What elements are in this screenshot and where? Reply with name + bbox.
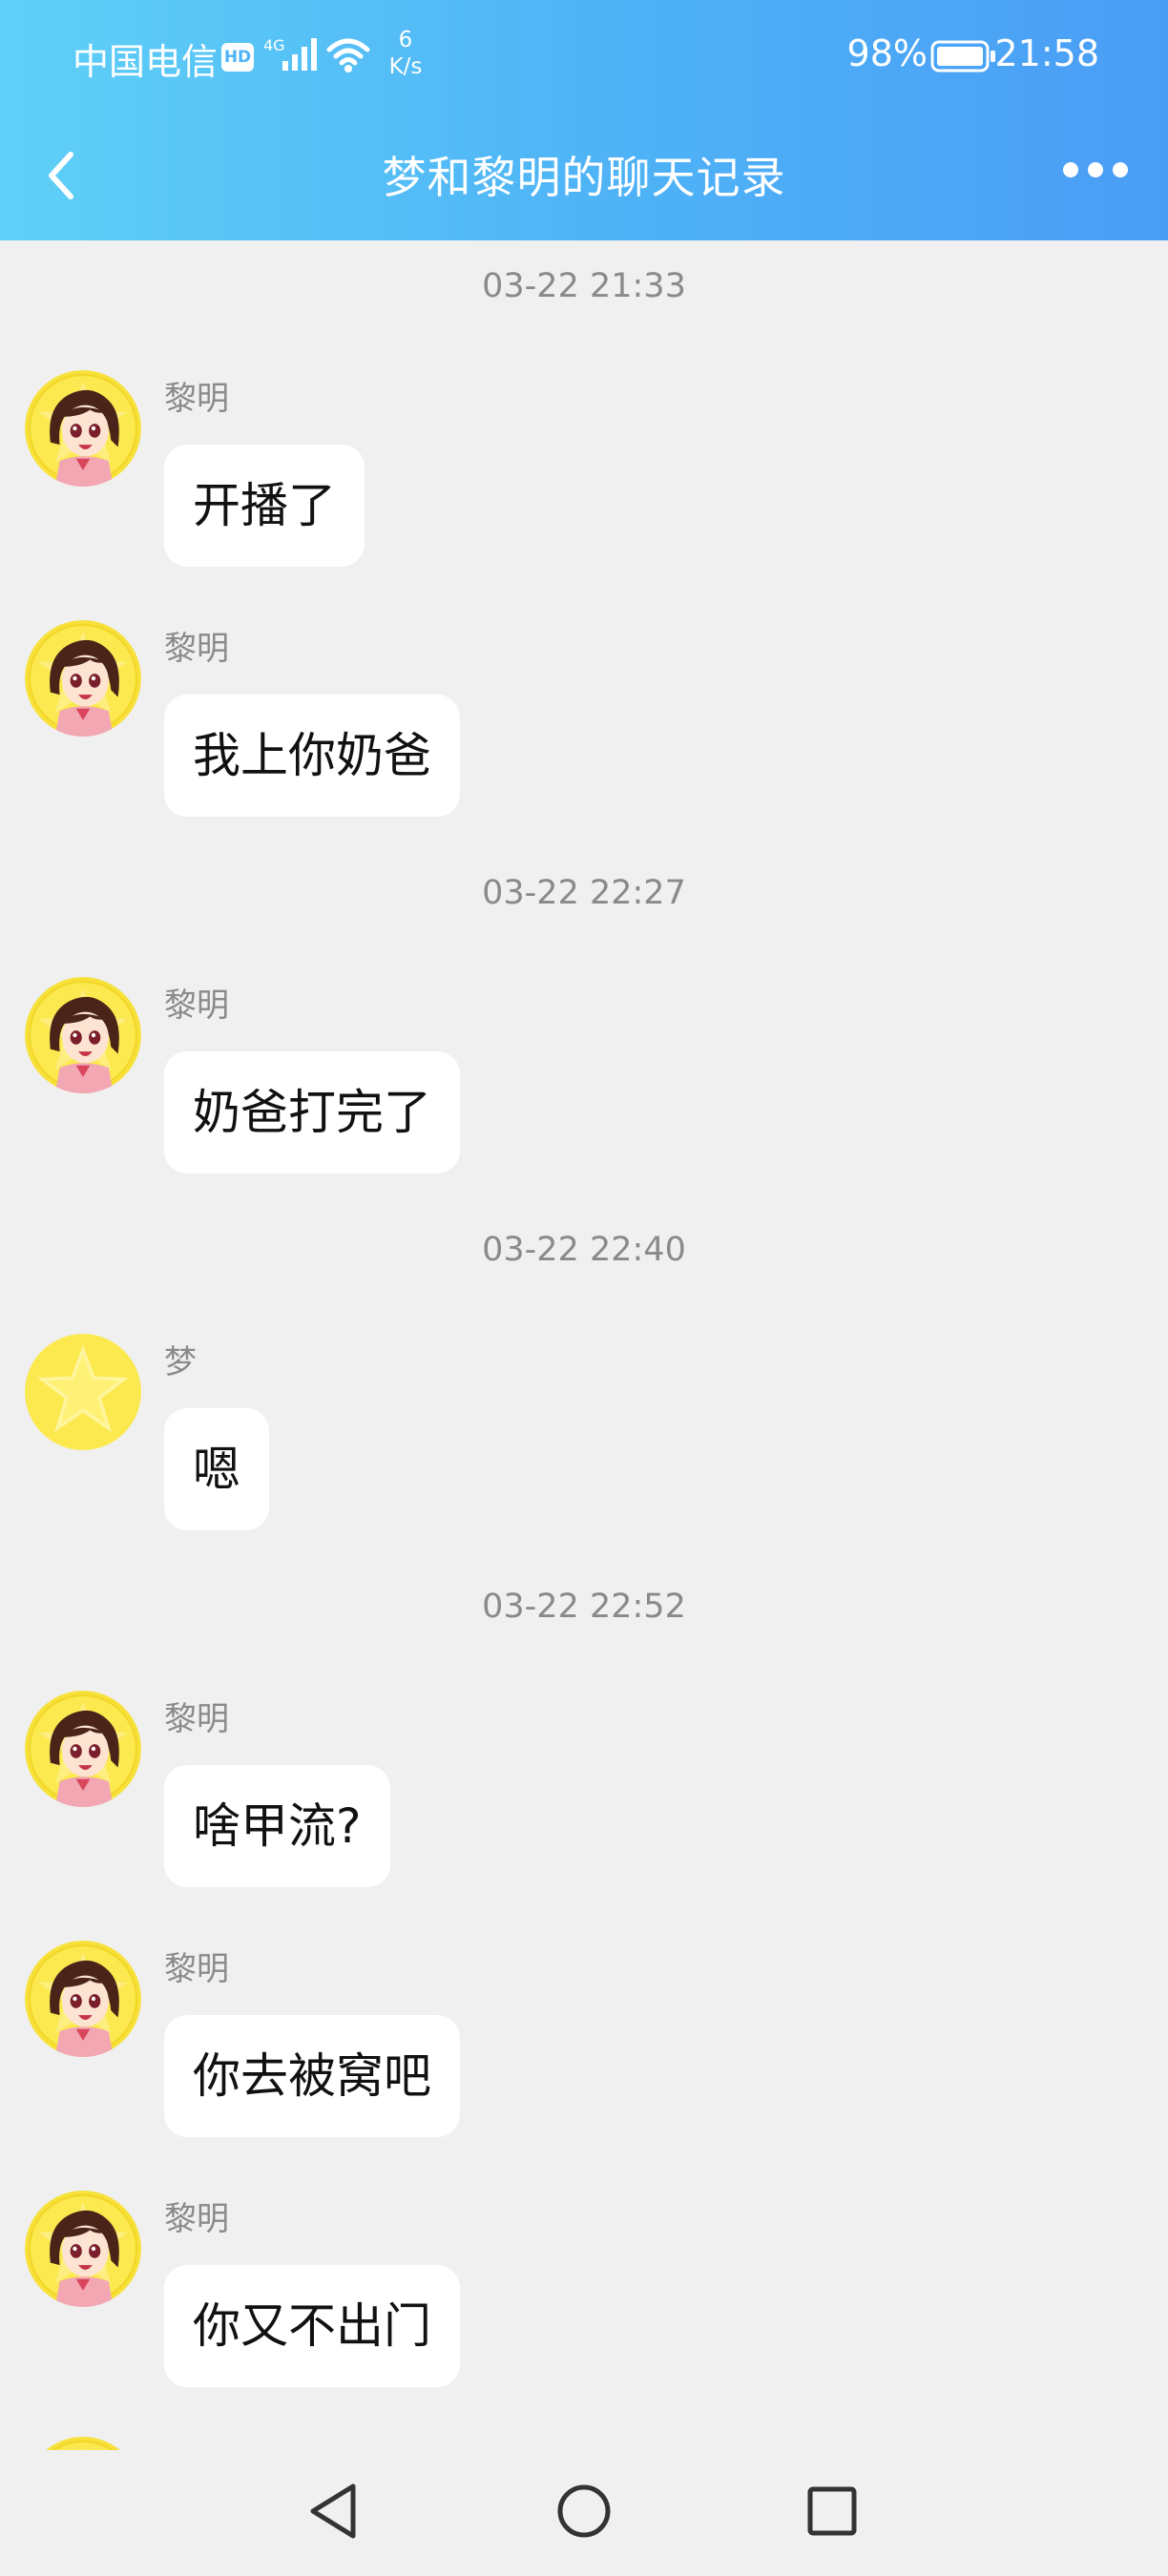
- timestamp: 03-22 22:52: [482, 1588, 686, 1626]
- avatar[interactable]: [25, 2191, 141, 2307]
- message-row: 黎明 你去被窝吧: [0, 1941, 1168, 2179]
- message-row: 黎明 你又不出门: [0, 2191, 1168, 2429]
- nav-home-icon[interactable]: [555, 2481, 613, 2542]
- avatar[interactable]: [25, 1941, 141, 2057]
- net-speed-value: 6: [398, 28, 413, 52]
- nav-recent-icon[interactable]: [803, 2481, 861, 2542]
- clock: 21:58: [994, 32, 1099, 74]
- avatar[interactable]: [25, 1691, 141, 1807]
- status-bar: 中国电信 HD 4G 6 K/s 98% 21:58: [0, 0, 1168, 114]
- sender-name: 黎明: [164, 380, 229, 418]
- message-row: 梦 嗯: [0, 1334, 1168, 1572]
- message-bubble[interactable]: 你又不出门: [164, 2265, 460, 2387]
- nav-back-icon[interactable]: [305, 2481, 363, 2542]
- hd-badge: HD: [221, 43, 254, 72]
- message-row: 黎明 啥甲流?: [0, 1691, 1168, 1929]
- avatar[interactable]: [25, 2437, 141, 2450]
- anime-girl-avatar-icon: [25, 2437, 141, 2450]
- chat-history[interactable]: 03-22 21:33 黎明 开播了 黎明 我上你奶爸 03-22 22:27 …: [0, 240, 1168, 2450]
- carrier-label: 中国电信: [73, 41, 219, 83]
- message-bubble[interactable]: 啥甲流?: [164, 1765, 390, 1887]
- avatar[interactable]: [25, 370, 141, 487]
- avatar[interactable]: [25, 1334, 141, 1450]
- anime-girl-avatar-icon: [25, 977, 141, 1093]
- message-row: 黎明 我上你奶爸: [0, 620, 1168, 859]
- battery-percent: 98%: [846, 32, 928, 74]
- system-nav-bar: [0, 2450, 1168, 2576]
- message-bubble[interactable]: 开播了: [164, 445, 365, 567]
- sender-name: 黎明: [164, 1700, 229, 1738]
- signal-icon: [282, 38, 317, 71]
- timestamp: 03-22 22:27: [482, 874, 686, 912]
- sender-name: 黎明: [164, 630, 229, 668]
- timestamp: 03-22 22:40: [482, 1231, 686, 1269]
- anime-girl-avatar-icon: [25, 620, 141, 737]
- avatar[interactable]: [25, 620, 141, 737]
- anime-girl-avatar-icon: [25, 2191, 141, 2307]
- net-speed-unit: K/s: [388, 54, 423, 79]
- timestamp: 03-22 21:33: [482, 267, 686, 305]
- message-bubble[interactable]: 你去被窝吧: [164, 2015, 460, 2137]
- app-header: 中国电信 HD 4G 6 K/s 98% 21:58 梦和黎明的聊天记录: [0, 0, 1168, 240]
- anime-girl-avatar-icon: [25, 370, 141, 487]
- message-bubble[interactable]: 奶爸打完了: [164, 1051, 460, 1174]
- sender-name: 黎明: [164, 2200, 229, 2238]
- anime-girl-avatar-icon: [25, 1691, 141, 1807]
- title-bar: 梦和黎明的聊天记录: [0, 114, 1168, 240]
- sender-name: 黎明: [164, 1950, 229, 1988]
- sender-name: 梦: [164, 1343, 197, 1381]
- message-row: 黎明 奶爸打完了: [0, 977, 1168, 1215]
- avatar[interactable]: [25, 977, 141, 1093]
- page-title: 梦和黎明的聊天记录: [382, 152, 786, 203]
- sender-name: 黎明: [164, 987, 229, 1025]
- message-bubble[interactable]: 我上你奶爸: [164, 695, 460, 817]
- message-bubble[interactable]: 嗯: [164, 1408, 269, 1530]
- anime-girl-avatar-icon: [25, 1941, 141, 2057]
- battery-icon: [930, 40, 995, 73]
- yellow-star-avatar-icon: [25, 1334, 141, 1450]
- more-dots-icon[interactable]: [1061, 156, 1130, 183]
- net-speed: 6 K/s: [382, 27, 429, 80]
- message-row: 黎明 开播了: [0, 370, 1168, 609]
- wifi-icon: [326, 38, 370, 73]
